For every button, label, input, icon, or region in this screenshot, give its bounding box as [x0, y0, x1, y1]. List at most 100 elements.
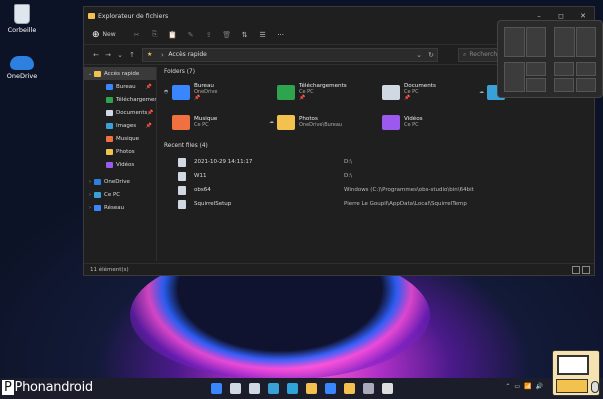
store-icon[interactable] [324, 383, 336, 394]
forward-button[interactable]: → [102, 51, 114, 59]
sort-icon[interactable]: ⇅ [236, 31, 254, 39]
desktop-icon-label: Corbeille [7, 26, 37, 34]
tray-icon[interactable]: 📶 [524, 383, 531, 390]
chevron-icon[interactable]: › [86, 192, 94, 198]
sidebar-item[interactable]: Documents 📌 [84, 106, 156, 119]
share-icon[interactable]: ⇪ [200, 31, 218, 39]
folder-icon [106, 122, 113, 129]
new-button[interactable]: ⊕ New [92, 30, 116, 40]
chrome-icon[interactable] [305, 383, 317, 394]
folder-icon [382, 84, 400, 100]
up-button[interactable]: ↑ [126, 51, 138, 59]
back-button[interactable]: ← [90, 51, 102, 59]
sidebar-item-label: Ce PC [104, 191, 121, 198]
minimize-button[interactable]: – [528, 12, 550, 20]
sidebar-item-label: Téléchargements [116, 96, 156, 103]
recent-files-list: 2021-10-29 14:11:17 D:\ W11 D:\ obs64 Windows… [164, 155, 589, 211]
snap-zone[interactable] [576, 62, 596, 76]
recent-file-row[interactable]: 2021-10-29 14:11:17 D:\ [164, 155, 589, 169]
snap-layouts-icon[interactable] [497, 20, 603, 98]
start-icon[interactable] [210, 383, 222, 394]
snap-zone[interactable] [554, 27, 575, 57]
brand-text: Phonandroid [14, 380, 94, 395]
sidebar-item[interactable]: › OneDrive [84, 175, 156, 188]
item-count: 11 élément(s) [90, 267, 129, 273]
recent-files-header[interactable]: Recent files (4) [164, 143, 589, 149]
file-path: Windows (C:)\Programmes\obs-studio\bin\6… [344, 187, 474, 193]
folder-icon [106, 109, 113, 116]
details-view-icon[interactable] [572, 266, 580, 274]
snap-zone[interactable] [554, 62, 574, 76]
close-button[interactable]: ✕ [572, 12, 594, 20]
sidebar-item[interactable]: › Réseau [84, 201, 156, 214]
view-icon[interactable]: ☰ [254, 31, 272, 39]
plus-icon: ⊕ [92, 29, 100, 40]
sidebar-item-label: Musique [116, 135, 139, 142]
chevron-icon[interactable]: › [86, 205, 94, 211]
sidebar-item[interactable]: ⌄ Accès rapide [84, 67, 156, 80]
address-dropdown-icon[interactable]: ⌄ [413, 51, 425, 59]
sidebar-item[interactable]: Téléchargements📌 [84, 93, 156, 106]
sidebar-item[interactable]: Bureau 📌 [84, 80, 156, 93]
snap-zone[interactable] [504, 62, 525, 92]
folder-icon [106, 135, 113, 142]
chevron-icon[interactable]: › [86, 179, 94, 185]
tiles-view-icon[interactable] [582, 266, 590, 274]
copy-icon[interactable]: ⎘ [146, 30, 164, 39]
tray-icon[interactable]: ⌃ [505, 383, 510, 390]
settings-icon[interactable] [362, 383, 374, 394]
rename-icon[interactable]: ✎ [182, 31, 200, 39]
address-bar[interactable]: ★ › Accès rapide ⌄ ↻ [142, 47, 438, 62]
folder-icon [94, 204, 101, 211]
sidebar-item[interactable]: Musique [84, 132, 156, 145]
snap-zone[interactable] [554, 78, 574, 92]
delete-icon[interactable]: 🗑 [218, 31, 236, 39]
snap-zone[interactable] [504, 27, 525, 57]
snap-zone[interactable] [576, 78, 596, 92]
tray-icon[interactable]: 🔊 [536, 383, 543, 390]
recent-file-row[interactable]: SquirrelSetup Pierre Le Goupil\AppData\Lo… [164, 197, 589, 211]
task-view-icon[interactable] [248, 383, 260, 394]
desktop-icon-onedrive[interactable]: OneDrive [0, 52, 44, 80]
snap-zone[interactable] [526, 62, 546, 76]
folder-item[interactable]: ◓ Bureau OneDrive 📌 [164, 81, 269, 103]
sidebar-item-label: OneDrive [104, 178, 130, 185]
folder-icon [106, 148, 113, 155]
folder-item[interactable]: Documents Ce PC 📌 [374, 81, 479, 103]
more-icon[interactable]: ··· [272, 31, 290, 39]
snap-zone[interactable] [526, 78, 546, 92]
sidebar-item[interactable]: Vidéos [84, 158, 156, 171]
history-dropdown[interactable]: ⌄ [114, 51, 126, 59]
folder-item[interactable]: Musique Ce PC [164, 111, 269, 133]
folder-icon [172, 84, 190, 100]
maximize-button[interactable]: ◻ [550, 12, 572, 20]
paste-icon[interactable]: 📋 [164, 31, 182, 39]
recent-file-row[interactable]: obs64 Windows (C:)\Programmes\obs-studio\… [164, 183, 589, 197]
snap-zone[interactable] [526, 27, 546, 57]
sidebar-item-label: Vidéos [116, 161, 135, 168]
sidebar-item[interactable]: › Ce PC [84, 188, 156, 201]
tray-icon[interactable]: ▭ [514, 383, 520, 390]
snap-zone[interactable] [576, 27, 596, 57]
app-icon[interactable] [381, 383, 393, 394]
folder-item[interactable]: ☁ Photos OneDrive\Bureau [269, 111, 374, 133]
sync-status-icon: ☁ [479, 89, 484, 95]
cut-icon[interactable]: ✂ [128, 31, 146, 39]
chevron-icon[interactable]: ⌄ [86, 71, 94, 77]
sidebar-item[interactable]: Photos [84, 145, 156, 158]
sidebar-item[interactable]: Images 📌 [84, 119, 156, 132]
file-path: D:\ [344, 159, 352, 165]
file-icon [178, 199, 186, 209]
search-icon[interactable] [229, 383, 241, 394]
edge-icon[interactable] [286, 383, 298, 394]
refresh-icon[interactable]: ↻ [425, 51, 437, 59]
folder-item[interactable]: Téléchargements Ce PC 📌 [269, 81, 374, 103]
sidebar-item-label: Documents [116, 109, 148, 116]
recent-file-row[interactable]: W11 D:\ [164, 169, 589, 183]
widgets-icon[interactable] [267, 383, 279, 394]
desktop-icon-recycle-bin[interactable]: Corbeille [0, 4, 44, 34]
folder-item[interactable]: Vidéos Ce PC [374, 111, 479, 133]
sync-status-icon: ☁ [269, 119, 274, 125]
folder-icon [277, 114, 295, 130]
explorer-icon[interactable] [343, 383, 355, 394]
